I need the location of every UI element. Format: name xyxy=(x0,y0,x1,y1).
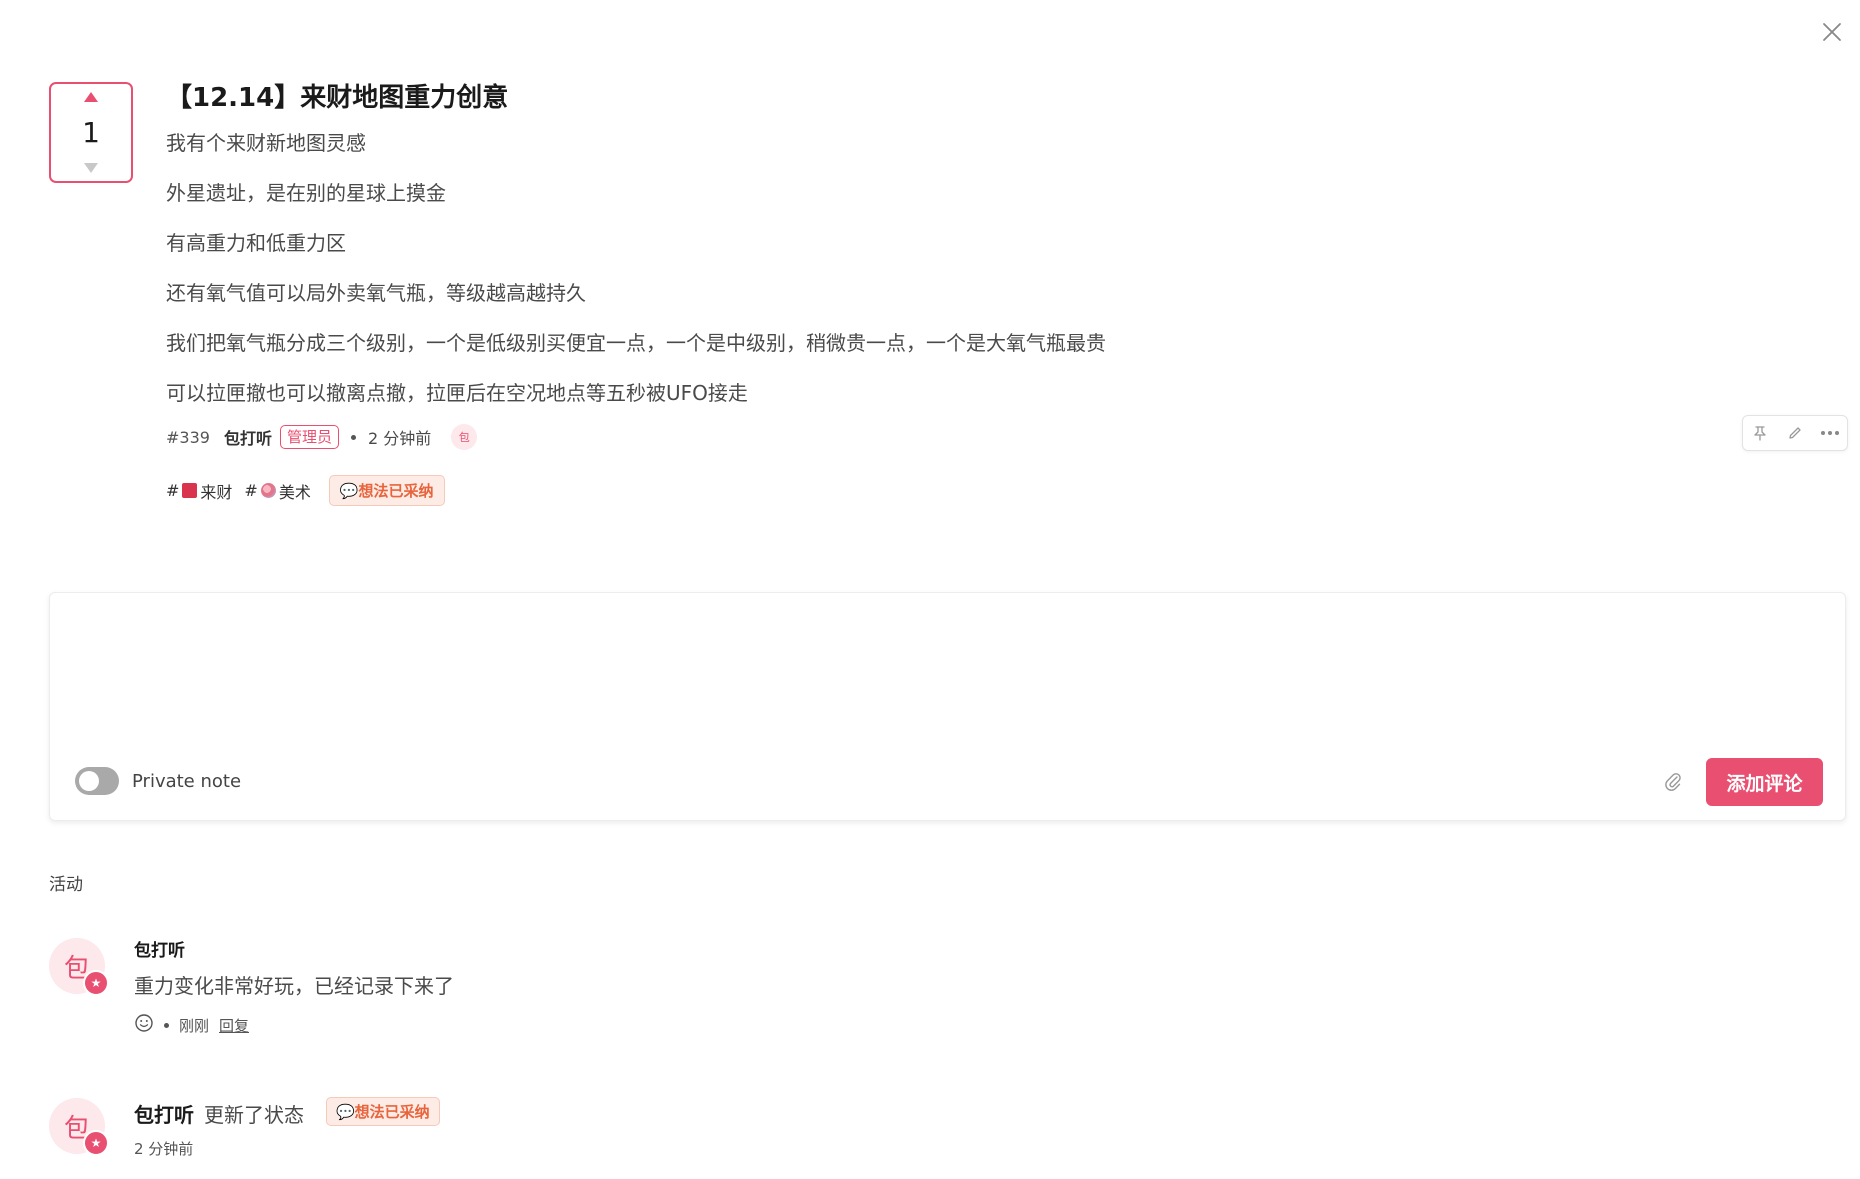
avatar[interactable]: 包 xyxy=(451,424,478,450)
activity-heading: 活动 xyxy=(49,875,83,895)
comment-author[interactable]: 包打听 xyxy=(134,936,185,961)
vote-count: 1 xyxy=(82,115,100,149)
upvote-arrow-icon[interactable] xyxy=(84,92,98,102)
role-badge: 管理员 xyxy=(279,425,339,449)
comment-composer: Private note 添加评论 xyxy=(49,592,1846,821)
private-note-toggle[interactable] xyxy=(75,767,119,795)
reply-link[interactable]: 回复 xyxy=(219,1015,249,1036)
private-note-label: Private note xyxy=(132,771,242,792)
separator-dot xyxy=(164,1022,169,1028)
post-body-line: 可以拉匣撤也可以撤离点撤，拉匣后在空况地点等五秒被UFO接走 xyxy=(166,381,748,405)
post-content: 【12.14】来财地图重力创意 我有个来财新地图灵感 外星遗址，是在别的星球上摸… xyxy=(166,78,1666,428)
post-body-line: 还有氧气值可以局外卖氧气瓶，等级越高越持久 xyxy=(166,281,586,305)
post-title: 【12.14】来财地图重力创意 xyxy=(166,83,509,113)
palette-icon xyxy=(260,483,276,498)
tag-hash: # xyxy=(166,481,180,500)
status-update-author[interactable]: 包打听 xyxy=(134,1099,194,1128)
comment-text: 重力变化非常好玩，已经记录下来了 xyxy=(134,974,454,998)
tag-meishu[interactable]: # 美术 xyxy=(244,479,310,503)
status-badge: 💬想法已采纳 xyxy=(326,1097,440,1126)
tag-label: 来财 xyxy=(200,482,233,502)
post-id: #339 xyxy=(166,427,210,447)
post-author[interactable]: 包打听 xyxy=(224,425,272,449)
tag-hash: # xyxy=(244,481,258,500)
status-update-action: 更新了状态 xyxy=(204,1103,304,1127)
tag-list: # 来财 # 美术 💬想法已采纳 xyxy=(166,475,445,506)
time-label: 2 分钟前 xyxy=(134,1140,194,1158)
pin-icon[interactable] xyxy=(1748,421,1772,445)
status-badge[interactable]: 💬想法已采纳 xyxy=(328,475,445,506)
red-envelope-icon xyxy=(182,483,198,498)
toggle-knob xyxy=(79,771,99,791)
post-time: 2 分钟前 xyxy=(367,429,432,448)
close-icon[interactable] xyxy=(1818,18,1846,46)
post-detail-page: 1 【12.14】来财地图重力创意 我有个来财新地图灵感 外星遗址，是在别的星球… xyxy=(0,0,1860,1179)
paperclip-icon[interactable] xyxy=(1660,768,1686,794)
avatar[interactable]: 包 ★ xyxy=(49,938,109,996)
comment-time: 刚刚 xyxy=(179,1016,210,1035)
edit-icon[interactable] xyxy=(1783,421,1807,445)
post-action-bar xyxy=(1742,415,1848,451)
separator-dot xyxy=(350,434,356,440)
status-update-time: 2 分钟前 xyxy=(134,1138,193,1159)
comment-meta: 刚刚 回复 xyxy=(134,1013,249,1037)
post-body-line: 外星遗址，是在别的星球上摸金 xyxy=(166,181,446,205)
emoji-reaction-icon[interactable] xyxy=(134,1013,154,1037)
downvote-arrow-icon[interactable] xyxy=(84,163,98,173)
tag-laicai[interactable]: # 来财 xyxy=(166,479,232,503)
more-icon[interactable] xyxy=(1818,421,1842,445)
vote-box: 1 xyxy=(49,82,133,183)
add-comment-button[interactable]: 添加评论 xyxy=(1706,758,1823,806)
avatar[interactable]: 包 ★ xyxy=(49,1098,109,1156)
tag-label: 美术 xyxy=(278,482,311,502)
star-badge-icon: ★ xyxy=(83,1130,109,1156)
post-body-line: 我有个来财新地图灵感 xyxy=(166,131,366,155)
comment-input[interactable] xyxy=(68,607,1832,731)
star-badge-icon: ★ xyxy=(83,970,109,996)
post-body-line: 有高重力和低重力区 xyxy=(166,231,346,255)
post-body-line: 我们把氧气瓶分成三个级别，一个是低级别买便宜一点，一个是中级别，稍微贵一点，一个… xyxy=(166,331,1106,355)
post-meta: #339 包打听 管理员 2 分钟前 包 xyxy=(166,424,478,450)
